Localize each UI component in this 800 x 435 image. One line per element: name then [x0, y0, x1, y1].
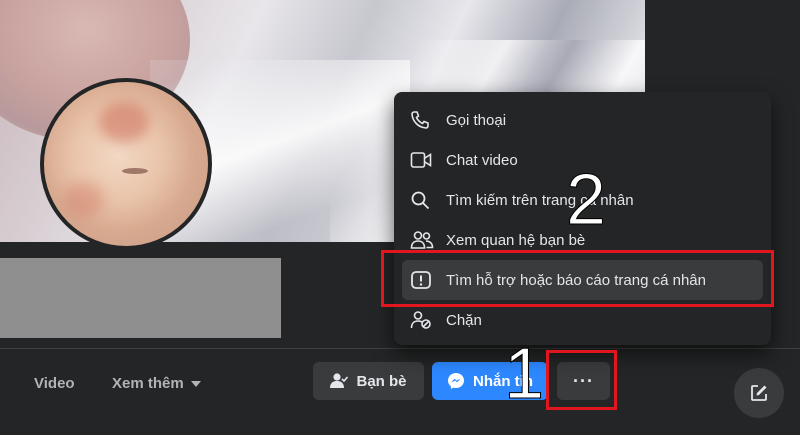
avatar-detail: [99, 102, 149, 142]
menu-item-label: Gọi thoại: [446, 111, 507, 129]
video-camera-icon: [410, 148, 438, 172]
friends-icon: [410, 228, 438, 252]
friends-button[interactable]: Bạn bè: [313, 362, 424, 400]
menu-item-label: Xem quan hệ bạn bè: [446, 231, 586, 249]
nav-tab-video[interactable]: Video: [34, 375, 75, 392]
redacted-name-block: [0, 258, 281, 338]
menu-item-label: Chat video: [446, 151, 518, 169]
compose-message-button[interactable]: [734, 368, 784, 418]
friends-button-label: Bạn bè: [356, 372, 407, 390]
messenger-icon: [447, 372, 465, 390]
avatar[interactable]: [40, 78, 212, 250]
nav-tab-more[interactable]: Xem thêm: [112, 375, 201, 392]
phone-icon: [410, 108, 438, 132]
nav-tab-more-label: Xem thêm: [112, 375, 184, 392]
block-user-icon: [410, 308, 438, 332]
nav-tab-video-label: Video: [34, 375, 75, 392]
menu-item-label: Chặn: [446, 311, 482, 329]
menu-item-voice-call[interactable]: Gọi thoại: [402, 100, 763, 140]
step-number-1: 1: [503, 334, 545, 414]
compose-icon: [749, 383, 769, 403]
avatar-detail: [64, 182, 104, 217]
avatar-detail: [122, 168, 148, 174]
highlight-box-more: [546, 350, 617, 410]
friend-check-icon: [330, 373, 349, 389]
step-number-2: 2: [565, 160, 607, 240]
highlight-box-report: [381, 250, 774, 307]
search-icon: [410, 188, 438, 212]
caret-down-icon: [190, 380, 201, 387]
